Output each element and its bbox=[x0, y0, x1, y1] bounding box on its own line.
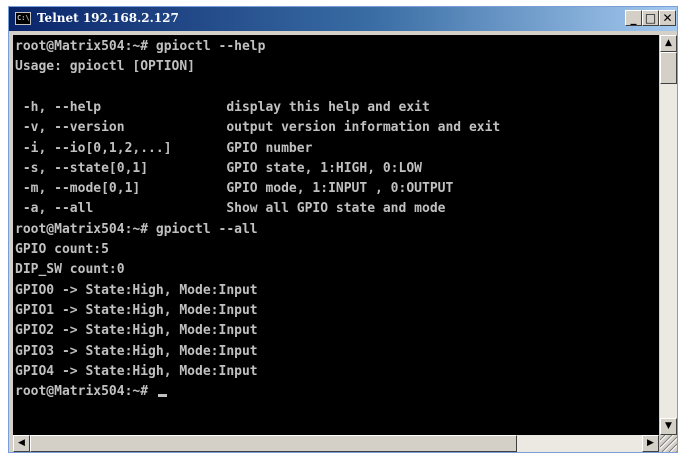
scroll-up-button[interactable]: ▲ bbox=[660, 35, 677, 52]
terminal-output[interactable]: root@Matrix504:~# gpioctl --help Usage: g… bbox=[13, 35, 659, 435]
terminal-line: GPIO3 -> State:High, Mode:Input bbox=[15, 343, 258, 359]
vertical-scroll-thumb[interactable] bbox=[660, 52, 677, 84]
horizontal-scrollbar[interactable]: ◀ ▶ bbox=[13, 435, 659, 452]
maximize-button[interactable]: □ bbox=[642, 10, 659, 26]
terminal-line: Usage: gpioctl [OPTION] bbox=[15, 59, 196, 75]
terminal-line: GPIO0 -> State:High, Mode:Input bbox=[15, 282, 258, 298]
scroll-left-button[interactable]: ◀ bbox=[13, 435, 30, 452]
scroll-right-button[interactable]: ▶ bbox=[642, 435, 659, 452]
terminal-line: DIP_SW count:0 bbox=[15, 262, 125, 278]
terminal-line: root@Matrix504:~# gpioctl --help bbox=[15, 39, 266, 54]
close-button[interactable]: ✕ bbox=[659, 10, 676, 26]
terminal-line-text: root@Matrix504:~# bbox=[15, 384, 156, 400]
terminal-line: -i, --io[0,1,2,...] GPIO number bbox=[15, 140, 313, 156]
text-cursor bbox=[157, 394, 167, 398]
resize-grip[interactable] bbox=[660, 435, 677, 452]
window-title: Telnet 192.168.2.127 bbox=[37, 11, 179, 25]
horizontal-scroll-thumb[interactable] bbox=[30, 435, 517, 452]
scroll-down-button[interactable]: ▼ bbox=[660, 418, 677, 435]
title-bar[interactable]: C:\ Telnet 192.168.2.127 _ □ ✕ bbox=[9, 7, 677, 31]
terminal-line: GPIO4 -> State:High, Mode:Input bbox=[15, 363, 258, 379]
terminal-line: -s, --state[0,1] GPIO state, 1:HIGH, 0:L… bbox=[15, 160, 422, 176]
terminal-line: GPIO count:5 bbox=[15, 242, 109, 257]
terminal-line: GPIO2 -> State:High, Mode:Input bbox=[15, 323, 258, 339]
terminal-line: -h, --help display this help and exit bbox=[15, 99, 430, 115]
terminal-line: -a, --all Show all GPIO state and mode bbox=[15, 201, 446, 217]
terminal-line: -v, --version output version information… bbox=[15, 120, 501, 136]
minimize-button[interactable]: _ bbox=[625, 10, 642, 26]
terminal-line: -m, --mode[0,1] GPIO mode, 1:INPUT , 0:O… bbox=[15, 181, 454, 197]
console-icon[interactable]: C:\ bbox=[15, 12, 31, 25]
terminal-line: root@Matrix504:~# bbox=[15, 382, 167, 402]
terminal-line: root@Matrix504:~# gpioctl --all bbox=[15, 221, 258, 237]
telnet-window: C:\ Telnet 192.168.2.127 _ □ ✕ root@Matr… bbox=[8, 6, 678, 453]
vertical-scrollbar[interactable]: ▲ ▼ bbox=[660, 35, 677, 435]
terminal-line: GPIO1 -> State:High, Mode:Input bbox=[15, 302, 258, 318]
